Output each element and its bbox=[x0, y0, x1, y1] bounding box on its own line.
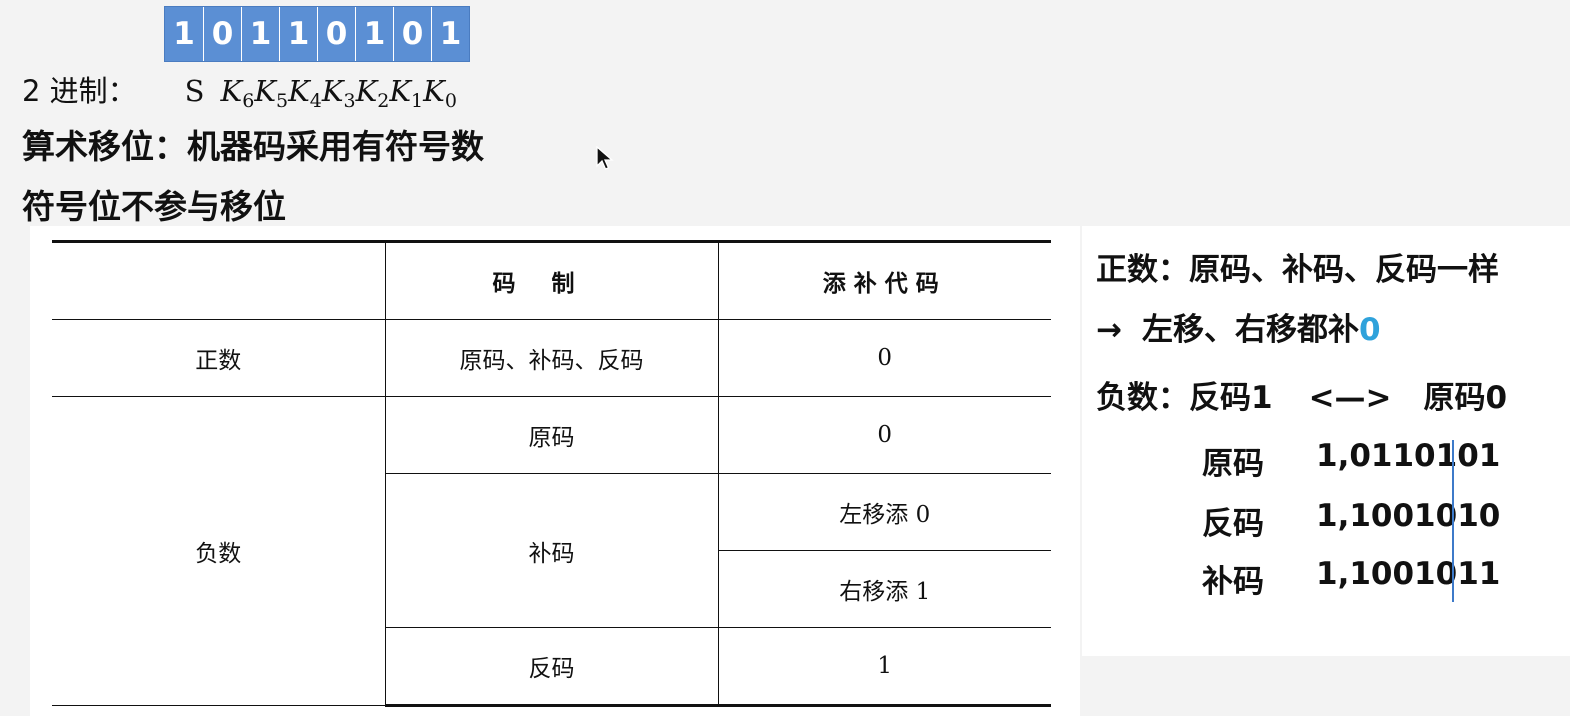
cell-fill-code: 1 bbox=[717, 627, 1051, 707]
cell-code-system: 补码 bbox=[384, 473, 718, 628]
shift-fill-table: 码制 添补代码 正数 原码、补码、反码 0 负数 原码 0 补码 左移添 0 右… bbox=[52, 240, 1051, 707]
table-header-blank bbox=[52, 240, 385, 320]
binary-notation-line: 2 进制： S K6 K5 K4 K3 K2 K1 K0 bbox=[22, 68, 457, 112]
note-shift-value: 0 bbox=[1358, 312, 1381, 348]
sign-bit-symbol: S bbox=[184, 74, 205, 108]
note-shift-fill: → 左移、右移都补0 bbox=[1096, 304, 1381, 349]
bit-cell: 0 bbox=[203, 7, 241, 61]
table-header-row: 码制 添补代码 bbox=[52, 240, 1051, 320]
bit-cell: 1 bbox=[355, 7, 393, 61]
mouse-cursor-icon bbox=[596, 146, 614, 170]
note-shift-text: 左移、右移都补 bbox=[1141, 312, 1359, 348]
cell-fill-code: 0 bbox=[717, 396, 1051, 474]
bit-variable: K1 bbox=[389, 74, 424, 112]
cell-code-system: 原码、补码、反码 bbox=[384, 319, 718, 397]
table-header-fill-code: 添补代码 bbox=[717, 240, 1051, 320]
bit-cell: 1 bbox=[431, 7, 469, 61]
code-label: 反码 bbox=[1202, 506, 1264, 542]
binary-label: 2 进制： bbox=[22, 74, 137, 108]
bit-variable: K5 bbox=[254, 74, 289, 112]
code-example-row: 原码 1,0110101 bbox=[1202, 438, 1500, 483]
note-negative-tail: 原码0 bbox=[1423, 380, 1508, 416]
bit-formula: S K6 K5 K4 K3 K2 K1 K0 bbox=[184, 74, 457, 112]
bit-variable: K0 bbox=[423, 74, 457, 112]
heading-sign-bit-rule: 符号位不参与移位 bbox=[22, 187, 286, 226]
code-value: 1,1001011 bbox=[1316, 556, 1501, 592]
bidirectional-arrow-icon: <—> bbox=[1308, 380, 1392, 416]
note-positive: 正数：原码、补码、反码一样 bbox=[1096, 252, 1499, 288]
row-label-positive: 正数 bbox=[52, 319, 385, 397]
cell-code-system: 反码 bbox=[384, 627, 718, 707]
cell-code-system: 原码 bbox=[384, 396, 718, 474]
code-example-row: 补码 1,1001011 bbox=[1202, 556, 1500, 601]
row-label-negative: 负数 bbox=[52, 396, 385, 706]
cell-fill-code: 右移添 1 bbox=[717, 550, 1051, 628]
cell-fill-code: 左移添 0 bbox=[717, 473, 1051, 551]
table-row: 正数 原码、补码、反码 0 bbox=[52, 319, 1051, 397]
code-label: 补码 bbox=[1202, 564, 1264, 600]
shift-fill-table-panel: 码制 添补代码 正数 原码、补码、反码 0 负数 原码 0 补码 左移添 0 右… bbox=[30, 226, 1080, 716]
cell-fill-code: 0 bbox=[717, 319, 1051, 397]
notes-panel: 正数：原码、补码、反码一样 → 左移、右移都补0 负数：反码1 <—> 原码0 原码 … bbox=[1082, 226, 1570, 656]
bit-cell: 1 bbox=[279, 7, 317, 61]
table-row: 负数 原码 0 bbox=[52, 396, 1051, 706]
bit-bar: 1 0 1 1 0 1 0 1 bbox=[164, 6, 470, 62]
bit-cell: 1 bbox=[241, 7, 279, 61]
bit-cell: 1 bbox=[173, 16, 195, 52]
table-header-code-system: 码制 bbox=[384, 240, 718, 320]
bit-variable: K3 bbox=[321, 74, 356, 112]
note-negative-label: 负数：反码1 bbox=[1096, 380, 1273, 416]
note-negative: 负数：反码1 <—> 原码0 bbox=[1096, 372, 1507, 417]
heading-arithmetic-shift: 算术移位：机器码采用有符号数 bbox=[22, 127, 484, 166]
code-label: 原码 bbox=[1202, 446, 1264, 482]
code-example-row: 反码 1,1001010 bbox=[1202, 498, 1500, 543]
code-value: 1,0110101 bbox=[1316, 438, 1501, 474]
code-value: 1,1001010 bbox=[1316, 498, 1501, 534]
bit-divider-line bbox=[1452, 440, 1454, 602]
bit-variable: K2 bbox=[355, 74, 390, 112]
bit-variable: K4 bbox=[288, 74, 322, 112]
bit-cell: 0 bbox=[317, 7, 355, 61]
bit-variable: K6 bbox=[220, 74, 255, 112]
right-arrow-icon: → bbox=[1096, 312, 1122, 348]
bit-cell: 0 bbox=[393, 7, 431, 61]
